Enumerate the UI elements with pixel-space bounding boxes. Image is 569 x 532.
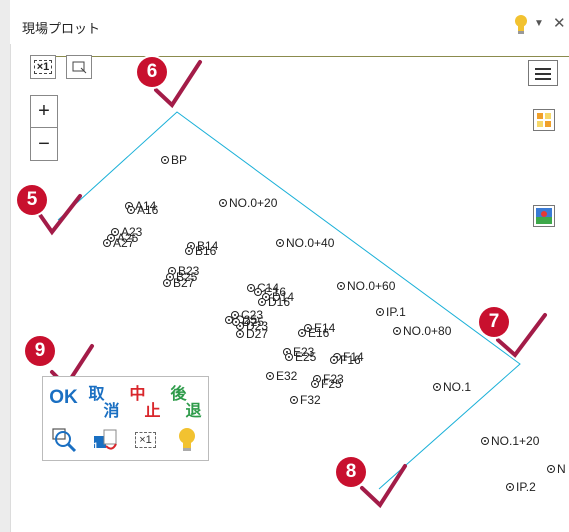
point-marker[interactable] [433, 383, 441, 391]
layer-number: 1 [93, 441, 99, 451]
point-label: E16 [308, 326, 330, 340]
callout-6: 6 [137, 57, 167, 87]
point-marker[interactable] [161, 156, 169, 164]
point-marker[interactable] [547, 465, 555, 473]
point-label: D16 [268, 295, 291, 309]
point-label: IP.2 [516, 480, 536, 494]
point-marker[interactable] [127, 206, 135, 214]
point-marker[interactable] [506, 483, 514, 491]
point-label: A27 [113, 236, 135, 250]
point-marker[interactable] [290, 396, 298, 404]
zoom-area-button[interactable] [43, 419, 84, 460]
point-label: F16 [340, 353, 361, 367]
point-label: F32 [300, 393, 321, 407]
point-marker[interactable] [330, 356, 338, 364]
point-marker[interactable] [393, 327, 401, 335]
layer-button[interactable]: 1 [84, 419, 125, 460]
point-marker[interactable] [337, 282, 345, 290]
point-label: NO.0+20 [229, 196, 278, 210]
back-button[interactable]: 後 退 [166, 377, 207, 420]
point-marker[interactable] [258, 298, 266, 306]
point-label: NO.0+60 [347, 279, 396, 293]
point-marker[interactable] [376, 308, 384, 316]
point-label: F25 [321, 377, 342, 391]
callout-5: 5 [17, 185, 47, 215]
back-label-2: 退 [185, 402, 202, 420]
point-label: NO.1 [443, 380, 472, 394]
point-marker[interactable] [185, 247, 193, 255]
point-marker[interactable] [103, 239, 111, 247]
ok-button[interactable]: OK [43, 377, 84, 418]
point-marker[interactable] [298, 329, 306, 337]
cancel-button[interactable]: 取 消 [84, 377, 125, 420]
point-marker[interactable] [236, 330, 244, 338]
callout-8: 8 [336, 457, 366, 487]
point-marker[interactable] [311, 380, 319, 388]
point-label: A16 [137, 203, 159, 217]
magnifier-area-icon [51, 427, 76, 452]
panel-fit-label: ×1 [135, 431, 156, 448]
point-marker[interactable] [285, 353, 293, 361]
lightbulb-icon [178, 427, 195, 451]
callout-7: 7 [479, 307, 509, 337]
point-label: B27 [173, 276, 195, 290]
ok-label: OK [49, 386, 78, 408]
point-marker[interactable] [276, 239, 284, 247]
point-label: NO.0+80 [403, 324, 452, 338]
point-label: E25 [295, 350, 317, 364]
point-marker[interactable] [232, 318, 240, 326]
panel-bulb-button[interactable] [166, 419, 207, 460]
panel-fit-button[interactable]: ×1 [125, 419, 166, 460]
point-label: NO.0+40 [286, 236, 335, 250]
point-marker[interactable] [219, 199, 227, 207]
cancel-label-2: 消 [103, 402, 120, 420]
point-marker[interactable] [163, 279, 171, 287]
point-marker[interactable] [481, 437, 489, 445]
stop-button[interactable]: 中 止 [125, 377, 166, 420]
point-label: IP.1 [386, 305, 406, 319]
point-label: NO.1+20 [491, 434, 540, 448]
point-marker[interactable] [254, 288, 262, 296]
point-label: BP [171, 153, 188, 167]
point-label: E32 [276, 369, 298, 383]
point-label: B16 [195, 244, 217, 258]
stop-label-1: 中 [129, 385, 146, 403]
point-marker[interactable] [266, 372, 274, 380]
stop-label-2: 止 [144, 402, 161, 420]
callout-9: 9 [25, 336, 55, 366]
point-label: D27 [246, 327, 269, 341]
back-label-1: 後 [170, 385, 187, 403]
cancel-label-1: 取 [88, 385, 105, 403]
operation-panel: OK 取 消 中 止 後 退 1 ×1 [42, 376, 209, 461]
point-label: N [557, 462, 566, 476]
